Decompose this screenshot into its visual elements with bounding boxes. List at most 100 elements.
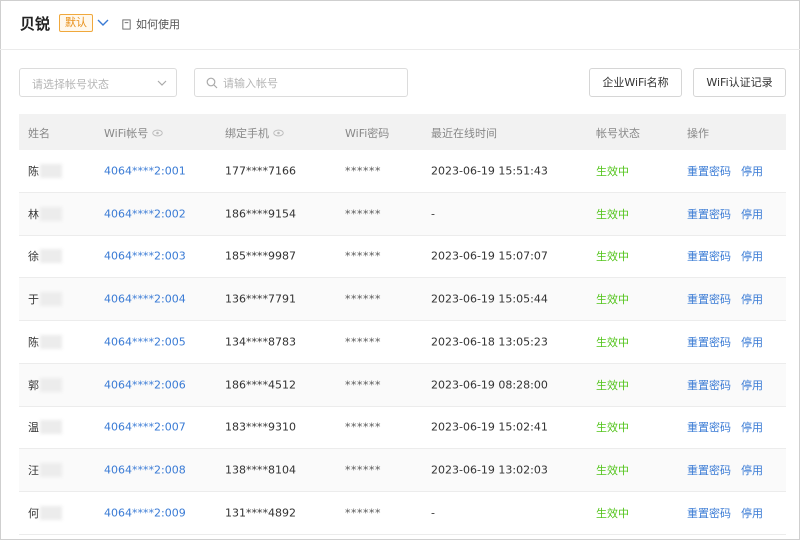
col-account: WiFi帐号: [104, 125, 164, 141]
cell-password: ******: [345, 506, 381, 520]
reset-password-link[interactable]: 重置密码: [687, 248, 731, 264]
eye-icon[interactable]: [273, 129, 284, 137]
cell-password: ******: [345, 463, 381, 477]
disable-link[interactable]: 停用: [741, 163, 763, 179]
name-redaction: [40, 420, 62, 435]
caret-down-icon: [157, 80, 167, 86]
disable-link[interactable]: 停用: [741, 419, 763, 435]
cell-account-link[interactable]: 4064****2:009: [104, 506, 186, 519]
cell-ops: 重置密码 停用: [687, 377, 763, 393]
cell-phone: 131****4892: [225, 506, 296, 520]
cell-last-online: 2023-06-19 13:02:03: [431, 463, 548, 477]
chevron-down-icon[interactable]: [96, 16, 110, 30]
cell-ops: 重置密码 停用: [687, 248, 763, 264]
table-row: 林 4064****2:002 186****9154 ****** - 生效中…: [19, 192, 786, 236]
book-icon: [122, 18, 131, 30]
table-header: 姓名 WiFi帐号 绑定手机 WiFi密码 最近在线时间 帐号状态 操作: [19, 114, 786, 150]
search-icon: [206, 77, 218, 89]
cell-account-link[interactable]: 4064****2:006: [104, 378, 186, 391]
cell-ops: 重置密码 停用: [687, 505, 763, 521]
reset-password-link[interactable]: 重置密码: [687, 291, 731, 307]
cell-status: 生效中: [596, 421, 629, 435]
cell-phone: 177****7166: [225, 164, 296, 178]
cell-account-link[interactable]: 4064****2:007: [104, 421, 186, 434]
disable-link[interactable]: 停用: [741, 377, 763, 393]
table-row: 徐 4064****2:003 185****9987 ****** 2023-…: [19, 236, 786, 279]
enterprise-wifi-name-button[interactable]: 企业WiFi名称: [589, 68, 682, 97]
col-last-online: 最近在线时间: [431, 127, 497, 140]
table-row: 温 4064****2:007 183****9310 ****** 2023-…: [19, 407, 786, 450]
col-password: WiFi密码: [345, 127, 390, 140]
reset-password-link[interactable]: 重置密码: [687, 505, 731, 521]
cell-status: 生效中: [596, 506, 629, 520]
cell-account-link[interactable]: 4064****2:004: [104, 293, 186, 306]
col-status: 帐号状态: [596, 127, 640, 140]
cell-last-online: 2023-06-18 13:05:23: [431, 335, 548, 349]
default-badge: 默认: [59, 14, 93, 32]
reset-password-link[interactable]: 重置密码: [687, 206, 731, 222]
name-redaction: [40, 505, 62, 520]
cell-name: 徐: [28, 248, 62, 264]
cell-name: 陈: [28, 334, 62, 350]
cell-account-link[interactable]: 4064****2:003: [104, 250, 186, 263]
account-status-select[interactable]: 请选择帐号状态: [19, 68, 177, 97]
table-row: 何 4064****2:009 131****4892 ****** - 生效中…: [19, 492, 786, 535]
cell-phone: 185****9987: [225, 249, 296, 263]
cell-account-link[interactable]: 4064****2:008: [104, 464, 186, 477]
cell-name: 于: [28, 291, 62, 307]
disable-link[interactable]: 停用: [741, 291, 763, 307]
name-redaction: [40, 249, 62, 264]
cell-ops: 重置密码 停用: [687, 163, 763, 179]
cell-password: ******: [345, 292, 381, 306]
reset-password-link[interactable]: 重置密码: [687, 163, 731, 179]
cell-last-online: -: [431, 207, 435, 221]
name-redaction: [40, 163, 62, 178]
cell-last-online: 2023-06-19 15:07:07: [431, 249, 548, 263]
wifi-auth-log-button[interactable]: WiFi认证记录: [693, 68, 786, 97]
cell-account-link[interactable]: 4064****2:005: [104, 335, 186, 348]
cell-account-link[interactable]: 4064****2:002: [104, 207, 186, 220]
cell-last-online: 2023-06-19 15:05:44: [431, 292, 548, 306]
help-link[interactable]: 如何使用: [121, 16, 180, 32]
cell-status: 生效中: [596, 335, 629, 349]
cell-name: 郭: [28, 377, 62, 393]
cell-ops: 重置密码 停用: [687, 291, 763, 307]
cell-name: 陈: [28, 163, 62, 179]
col-name: 姓名: [28, 127, 50, 140]
cell-ops: 重置密码 停用: [687, 206, 763, 222]
cell-last-online: 2023-06-19 15:51:43: [431, 164, 548, 178]
disable-link[interactable]: 停用: [741, 505, 763, 521]
table-row: 汪 4064****2:008 138****8104 ****** 2023-…: [19, 449, 786, 492]
disable-link[interactable]: 停用: [741, 334, 763, 350]
cell-last-online: -: [431, 506, 435, 520]
cell-account-link[interactable]: 4064****2:001: [104, 164, 186, 177]
name-redaction: [40, 292, 62, 307]
reset-password-link[interactable]: 重置密码: [687, 419, 731, 435]
cell-phone: 183****9310: [225, 420, 296, 434]
cell-password: ******: [345, 164, 381, 178]
cell-status: 生效中: [596, 164, 629, 178]
disable-link[interactable]: 停用: [741, 206, 763, 222]
cell-status: 生效中: [596, 207, 629, 221]
eye-icon[interactable]: [152, 129, 164, 137]
cell-name: 林: [28, 206, 62, 222]
header: 贝锐 默认 如何使用: [0, 0, 800, 50]
reset-password-link[interactable]: 重置密码: [687, 462, 731, 478]
cell-status: 生效中: [596, 293, 629, 307]
cell-name: 汪: [28, 462, 62, 478]
reset-password-link[interactable]: 重置密码: [687, 334, 731, 350]
disable-link[interactable]: 停用: [741, 248, 763, 264]
cell-status: 生效中: [596, 250, 629, 264]
account-search[interactable]: [194, 68, 408, 97]
page-title: 贝锐: [20, 15, 51, 33]
cell-password: ******: [345, 207, 381, 221]
table-body: 陈 4064****2:001 177****7166 ****** 2023-…: [19, 150, 786, 535]
disable-link[interactable]: 停用: [741, 462, 763, 478]
cell-phone: 134****8783: [225, 335, 296, 349]
search-input[interactable]: [223, 74, 399, 92]
cell-password: ******: [345, 378, 381, 392]
reset-password-link[interactable]: 重置密码: [687, 377, 731, 393]
cell-password: ******: [345, 420, 381, 434]
cell-password: ******: [345, 335, 381, 349]
table-row: 陈 4064****2:005 134****8783 ****** 2023-…: [19, 321, 786, 364]
